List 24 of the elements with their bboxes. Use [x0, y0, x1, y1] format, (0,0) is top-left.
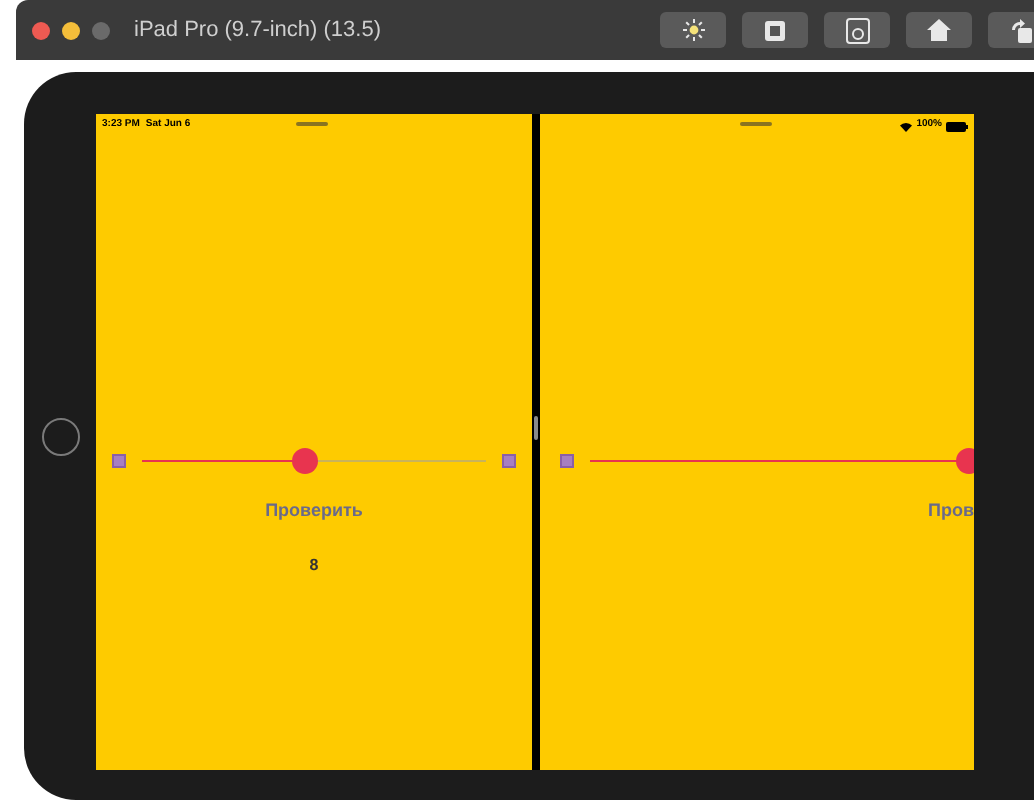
result-value: 8: [309, 553, 319, 577]
slider-image-icon: [560, 453, 574, 467]
camera-icon: [845, 17, 869, 43]
check-button[interactable]: Пров: [928, 498, 974, 525]
home-button[interactable]: [41, 418, 79, 456]
toolbar-button[interactable]: [742, 12, 808, 48]
wifi-icon: [900, 121, 913, 131]
toolbar-button[interactable]: [906, 12, 972, 48]
slider-image-icon: [112, 453, 126, 467]
zoom-button[interactable]: [92, 21, 110, 39]
window-title: iPad Pro (9.7-inch) (13.5): [134, 15, 381, 46]
brightness-icon: [681, 18, 705, 42]
slider-thumb[interactable]: [291, 447, 318, 473]
home-icon: [926, 18, 952, 42]
toolbar-button[interactable]: [824, 12, 890, 48]
close-button[interactable]: [32, 21, 50, 39]
slider-image-icon: [502, 453, 516, 467]
split-divider-handle[interactable]: [534, 416, 538, 440]
check-button[interactable]: Проверить: [265, 498, 363, 525]
rotate-icon: [1009, 17, 1033, 43]
square-icon: [764, 19, 786, 41]
toolbar-button[interactable]: [660, 12, 726, 48]
minimize-button[interactable]: [62, 21, 80, 39]
battery-icon: [946, 121, 968, 131]
